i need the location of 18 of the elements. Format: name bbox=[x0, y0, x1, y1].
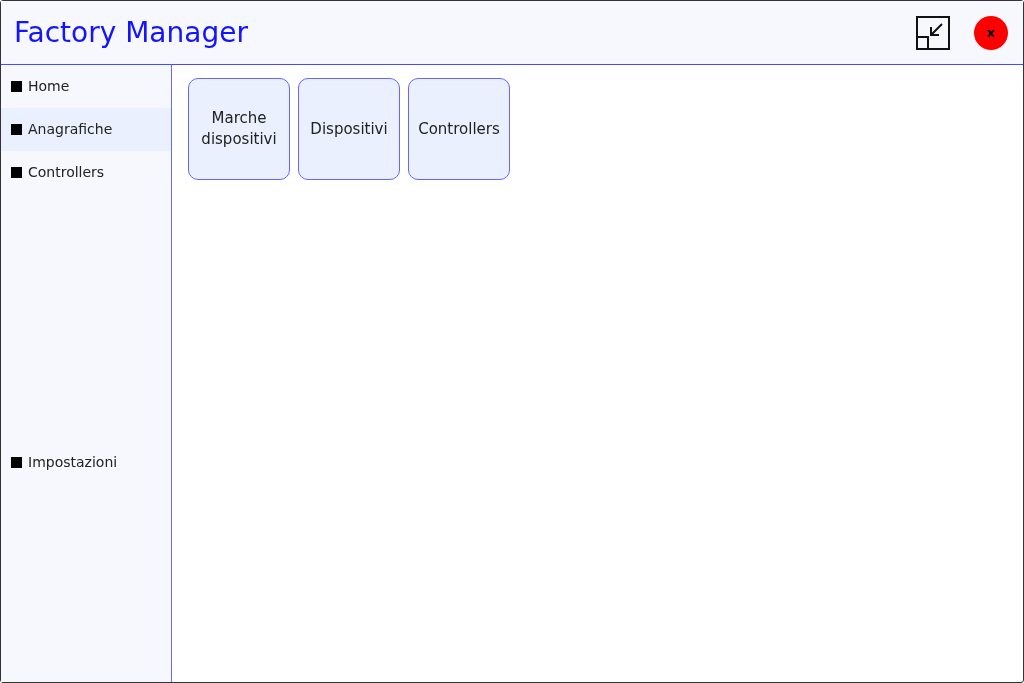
sidebar-item[interactable]: Home bbox=[1, 65, 171, 108]
close-button[interactable]: x bbox=[974, 15, 1008, 50]
square-icon bbox=[11, 81, 22, 92]
tile-button[interactable]: Dispositivi bbox=[298, 78, 400, 180]
sidebar-label: Impostazioni bbox=[28, 453, 118, 472]
sidebar-label: Anagrafiche bbox=[28, 120, 113, 139]
square-icon bbox=[11, 124, 22, 135]
minimize-icon[interactable] bbox=[916, 15, 950, 50]
square-icon bbox=[11, 167, 22, 178]
sidebar-item[interactable]: Impostazioni bbox=[1, 441, 171, 484]
tile-button[interactable]: Controllers bbox=[408, 78, 510, 180]
sidebar-item[interactable]: Anagrafiche bbox=[1, 108, 171, 151]
app-title: Factory Manager bbox=[14, 14, 248, 51]
sidebar-label: Home bbox=[28, 77, 70, 96]
square-icon bbox=[11, 457, 22, 468]
tile-button[interactable]: Marche dispositivi bbox=[188, 78, 290, 180]
sidebar-label: Controllers bbox=[28, 163, 105, 182]
sidebar-item[interactable]: Controllers bbox=[1, 151, 171, 194]
